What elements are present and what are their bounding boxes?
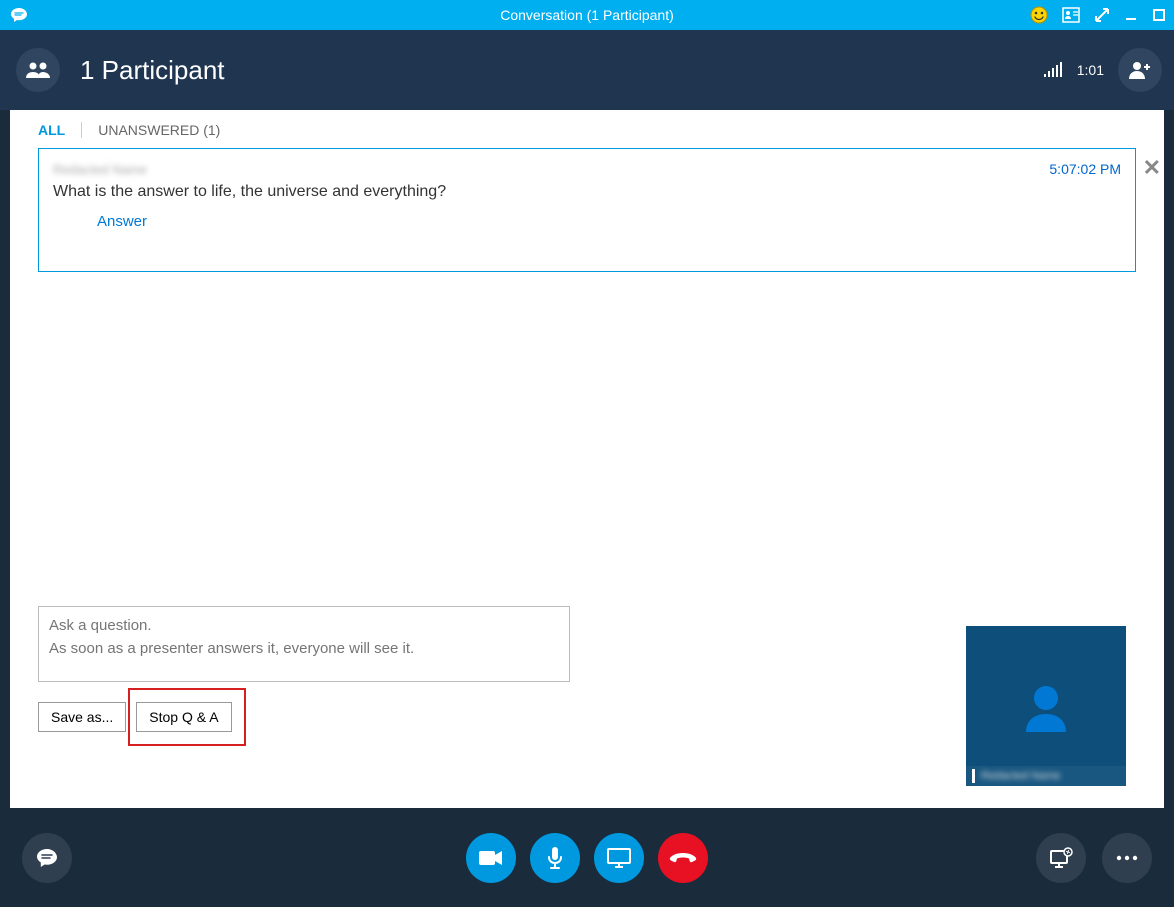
save-as-button[interactable]: Save as... (38, 702, 126, 732)
chat-button[interactable] (22, 833, 72, 883)
mic-button[interactable] (530, 833, 580, 883)
present-button[interactable] (594, 833, 644, 883)
manage-content-button[interactable] (1036, 833, 1086, 883)
video-name-bar: Redacted Name (966, 766, 1126, 786)
call-controls (0, 808, 1174, 907)
hangup-button[interactable] (658, 833, 708, 883)
add-person-button[interactable] (1118, 48, 1162, 92)
title-bar: Conversation (1 Participant) (0, 0, 1174, 30)
question-timestamp: 5:07:02 PM (1049, 161, 1121, 177)
stop-qa-button[interactable]: Stop Q & A (136, 702, 231, 732)
window-title: Conversation (1 Participant) (500, 7, 674, 23)
call-timer: 1:01 (1077, 62, 1104, 78)
contacts-icon[interactable] (1062, 7, 1080, 23)
header-right: 1:01 (1043, 48, 1162, 92)
title-bar-right (1030, 6, 1166, 24)
fullscreen-icon[interactable] (1094, 7, 1110, 23)
avatar-icon (1016, 676, 1076, 736)
minimize-icon[interactable] (1124, 8, 1138, 22)
answer-link[interactable]: Answer (97, 213, 147, 230)
maximize-icon[interactable] (1152, 8, 1166, 22)
chat-icon (10, 7, 28, 23)
video-participant-name: Redacted Name (981, 770, 1061, 782)
tab-unanswered[interactable]: UNANSWERED (1) (98, 122, 220, 138)
ask-question-input[interactable] (38, 606, 570, 682)
tab-separator (81, 122, 82, 138)
question-author: Redacted Name (53, 162, 147, 177)
header-bar: 1 Participant 1:01 (0, 30, 1174, 110)
participants-button[interactable] (16, 48, 60, 92)
participant-count: 1 Participant (80, 55, 225, 86)
qa-buttons-row: Save as... Stop Q & A (38, 702, 232, 732)
qa-panel: ALL UNANSWERED (1) Redacted Name 5:07:02… (10, 110, 1164, 808)
dismiss-question-button[interactable]: ✕ (1143, 155, 1161, 181)
more-options-button[interactable] (1102, 833, 1152, 883)
qa-tabs: ALL UNANSWERED (1) (10, 110, 1164, 148)
emoji-icon[interactable] (1030, 6, 1048, 24)
question-text: What is the answer to life, the universe… (53, 183, 1121, 201)
tab-all[interactable]: ALL (38, 122, 65, 138)
video-self-thumbnail[interactable]: Redacted Name (966, 626, 1126, 786)
video-button[interactable] (466, 833, 516, 883)
question-card: Redacted Name 5:07:02 PM What is the ans… (38, 148, 1136, 272)
signal-icon (1043, 62, 1063, 78)
